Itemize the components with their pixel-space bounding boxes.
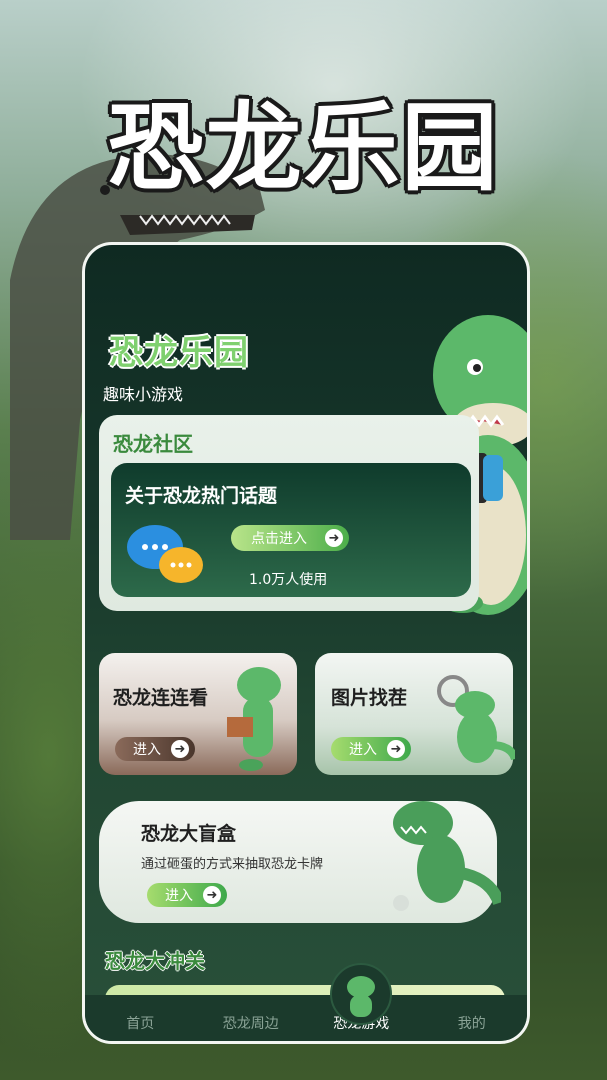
arrow-right-icon: ➜ [387, 740, 405, 758]
community-label: 恐龙社区 [113, 432, 193, 456]
arrow-right-icon: ➜ [325, 529, 343, 547]
game-blind-enter-button[interactable]: 进入 ➜ [147, 883, 227, 907]
section-title: 恐龙大冲关 [105, 949, 205, 973]
hot-topic-card[interactable]: 关于恐龙热门话题 点击进入 ➜ 1.0万人使用 [111, 463, 471, 597]
topic-title: 关于恐龙热门话题 [125, 485, 278, 507]
game-title-spot-difference: 图片找茬 [331, 687, 408, 709]
tab-center-avatar[interactable] [330, 963, 392, 1025]
community-panel: 恐龙社区 关于恐龙热门话题 点击进入 ➜ 1.0万人使用 [99, 415, 479, 611]
game-link-enter-button[interactable]: 进入 ➜ [115, 737, 195, 761]
phone-frame: 恐龙乐园 趣味小游戏 恐龙社区 关于恐龙热门话题 点击进入 ➜ 1.0万人使用 … [82, 242, 530, 1044]
topic-enter-label: 点击进入 [251, 531, 307, 547]
game-spot-enter-label: 进入 [349, 742, 377, 758]
dinosaur-avatar-icon [347, 976, 375, 1017]
dinosaur-reading-icon [227, 667, 281, 771]
users-count: 1.0万人使用 [249, 572, 328, 588]
game-spot-enter-button[interactable]: 进入 ➜ [331, 737, 411, 761]
game-card-spot-difference[interactable]: 图片找茬 进入 ➜ [315, 653, 515, 775]
arrow-right-icon: ➜ [203, 886, 221, 904]
topic-enter-button[interactable]: 点击进入 ➜ [231, 525, 349, 551]
tab-bar: 首页 恐龙周边 恐龙游戏 我的 [85, 963, 527, 1041]
game-card-blind-box[interactable]: 恐龙大盲盒 通过砸蛋的方式来抽取恐龙卡牌 进入 ➜ [99, 801, 501, 923]
dinosaur-magnifier-icon [437, 675, 515, 763]
chat-bubbles-icon [127, 525, 203, 583]
arrow-right-icon: ➜ [171, 740, 189, 758]
dinosaur-trex-icon [393, 801, 501, 911]
game-title-link: 恐龙连连看 [113, 687, 209, 709]
game-card-link[interactable]: 恐龙连连看 进入 ➜ [99, 653, 297, 775]
game-link-enter-label: 进入 [133, 742, 161, 758]
game-title-blind-box: 恐龙大盲盒 [141, 823, 237, 845]
promo-title: 恐龙乐园 [107, 92, 500, 204]
tab-home[interactable]: 首页 [95, 1003, 185, 1033]
game-blind-enter-label: 进入 [165, 888, 193, 904]
game-desc-blind-box: 通过砸蛋的方式来抽取恐龙卡牌 [141, 857, 324, 872]
tab-mine[interactable]: 我的 [427, 1003, 517, 1033]
app-subtitle: 趣味小游戏 [103, 385, 184, 404]
tab-merch[interactable]: 恐龙周边 [206, 1003, 296, 1033]
app-title: 恐龙乐园 [109, 333, 249, 373]
